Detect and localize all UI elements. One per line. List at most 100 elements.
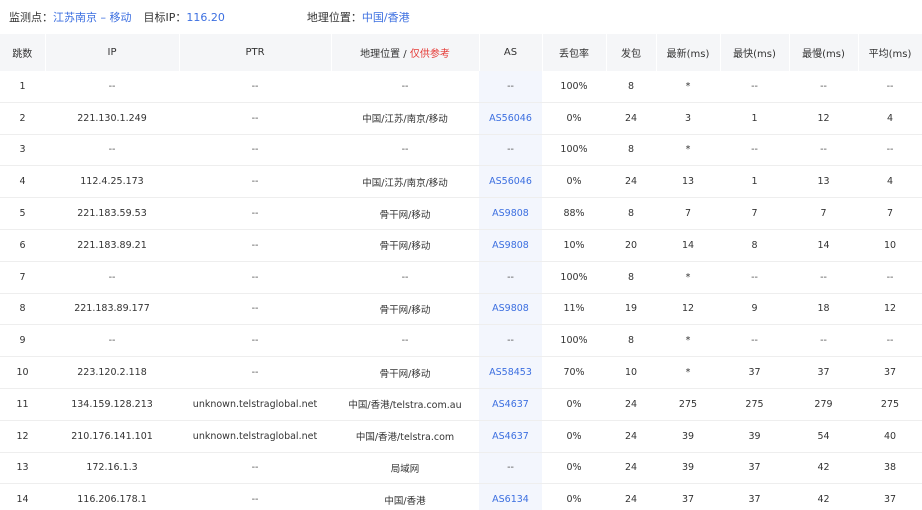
cell-as: -- — [479, 134, 542, 167]
cell-geo: 局域网 — [331, 452, 479, 485]
as-number-link[interactable]: AS58453 — [489, 367, 532, 378]
cell-fastest: 1 — [720, 165, 789, 199]
col-header-as: AS — [479, 34, 543, 71]
cell-ip: 221.183.89.177 — [45, 293, 179, 326]
table-row: 2 221.130.1.249 -- 中国/江苏/南京/移动 AS56046 0% 24 3 1… — [0, 102, 922, 135]
cell-as: AS56046 — [479, 165, 542, 199]
cell-fastest: 275 — [720, 388, 789, 421]
table-row: 14 116.206.178.1 -- 中国/香港 AS6134 0% 24 37 37 42 37 — [0, 483, 922, 510]
cell-ip: -- — [45, 261, 179, 294]
cell-loss: 11% — [542, 293, 606, 326]
cell-latest: 275 — [656, 388, 720, 421]
cell-sent: 10 — [606, 356, 656, 389]
as-number-link[interactable]: AS4637 — [492, 399, 529, 410]
col-header-loss: 丢包率 — [542, 34, 607, 71]
cell-latest: * — [656, 324, 720, 358]
cell-sent: 24 — [606, 388, 656, 421]
as-number-link[interactable]: AS9808 — [492, 240, 529, 251]
table-row: 13 172.16.1.3 -- 局域网 -- 0% 24 39 37 42 38 — [0, 452, 922, 485]
table-row: 7 -- -- -- -- 100% 8 * -- -- -- — [0, 261, 922, 294]
as-number-empty: -- — [507, 144, 514, 156]
as-number-link[interactable]: AS6134 — [492, 494, 529, 505]
table-row: 11 134.159.128.213 unknown.telstraglobal.n… — [0, 388, 922, 421]
cell-as: AS58453 — [479, 356, 542, 389]
cell-slowest: 7 — [789, 197, 858, 230]
cell-ptr: unknown.telstraglobal.net — [179, 420, 331, 453]
cell-as: AS56046 — [479, 102, 542, 135]
cell-slowest: 14 — [789, 229, 858, 262]
cell-fastest: 8 — [720, 229, 789, 262]
cell-loss: 0% — [542, 102, 606, 135]
cell-fastest: 1 — [720, 102, 789, 135]
monitor-point-value[interactable]: 江苏南京 – 移动 — [53, 9, 132, 25]
cell-latest: 39 — [656, 452, 720, 485]
cell-sent: 24 — [606, 483, 656, 510]
cell-as: AS9808 — [479, 197, 542, 230]
cell-fastest: 37 — [720, 452, 789, 485]
cell-latest: 12 — [656, 293, 720, 326]
cell-as: -- — [479, 452, 542, 485]
geo-location-label: 地理位置： — [306, 11, 362, 24]
cell-fastest: 7 — [720, 197, 789, 230]
cell-fastest: -- — [720, 324, 789, 358]
cell-latest: 14 — [656, 229, 720, 262]
cell-loss: 100% — [542, 261, 606, 294]
cell-latest: 7 — [656, 197, 720, 230]
cell-ptr: -- — [179, 356, 331, 389]
as-number-link[interactable]: AS4637 — [492, 431, 529, 442]
cell-ip: 116.206.178.1 — [45, 483, 179, 510]
cell-slowest: -- — [789, 324, 858, 358]
cell-slowest: 54 — [789, 420, 858, 453]
col-header-geo-text: 地理位置 / — [360, 49, 410, 60]
table-row: 5 221.183.59.53 -- 骨干网/移动 AS9808 88% 8 7 7 7 7 — [0, 197, 922, 230]
cell-fastest: 39 — [720, 420, 789, 453]
cell-ptr: -- — [179, 293, 331, 326]
as-number-link[interactable]: AS56046 — [489, 113, 532, 124]
cell-ip: 221.183.89.21 — [45, 229, 179, 262]
cell-sent: 8 — [606, 324, 656, 358]
cell-hop: 6 — [0, 229, 45, 262]
cell-loss: 0% — [542, 420, 606, 453]
cell-ptr: -- — [179, 483, 331, 510]
table-row: 10 223.120.2.118 -- 骨干网/移动 AS58453 70% 10 * 37 37… — [0, 356, 922, 389]
cell-sent: 24 — [606, 420, 656, 453]
cell-fastest: 37 — [720, 356, 789, 389]
cell-as: AS6134 — [479, 483, 542, 510]
cell-as: -- — [479, 71, 542, 103]
cell-fastest: -- — [720, 71, 789, 103]
table-row: 1 -- -- -- -- 100% 8 * -- -- -- — [0, 71, 922, 103]
cell-ptr: -- — [179, 134, 331, 167]
cell-latest: 39 — [656, 420, 720, 453]
table-row: 6 221.183.89.21 -- 骨干网/移动 AS9808 10% 20 14 8 14 10 — [0, 229, 922, 262]
col-header-ptr: PTR — [179, 34, 332, 71]
as-number-link[interactable]: AS56046 — [489, 176, 532, 187]
cell-loss: 10% — [542, 229, 606, 262]
col-header-latest: 最新(ms) — [656, 34, 721, 71]
cell-slowest: 12 — [789, 102, 858, 135]
cell-loss: 0% — [542, 165, 606, 199]
cell-avg: 4 — [858, 165, 922, 199]
cell-avg: 10 — [858, 229, 922, 262]
as-number-link[interactable]: AS9808 — [492, 303, 529, 314]
cell-ip: -- — [45, 134, 179, 167]
col-header-geo: 地理位置 / 仅供参考 — [331, 34, 480, 71]
cell-hop: 9 — [0, 324, 45, 358]
col-header-ip: IP — [45, 34, 180, 71]
cell-avg: -- — [858, 324, 922, 358]
cell-avg: -- — [858, 134, 922, 167]
cell-slowest: 279 — [789, 388, 858, 421]
cell-fastest: 37 — [720, 483, 789, 510]
target-ip-value: 116.20 — [186, 10, 225, 24]
cell-fastest: -- — [720, 261, 789, 294]
cell-loss: 70% — [542, 356, 606, 389]
cell-as: -- — [479, 324, 542, 358]
cell-avg: 40 — [858, 420, 922, 453]
as-number-link[interactable]: AS9808 — [492, 208, 529, 219]
cell-avg: -- — [858, 71, 922, 103]
cell-latest: * — [656, 71, 720, 103]
cell-ptr: -- — [179, 71, 331, 103]
cell-hop: 8 — [0, 293, 45, 326]
cell-latest: * — [656, 356, 720, 389]
cell-slowest: -- — [789, 134, 858, 167]
cell-sent: 24 — [606, 165, 656, 199]
